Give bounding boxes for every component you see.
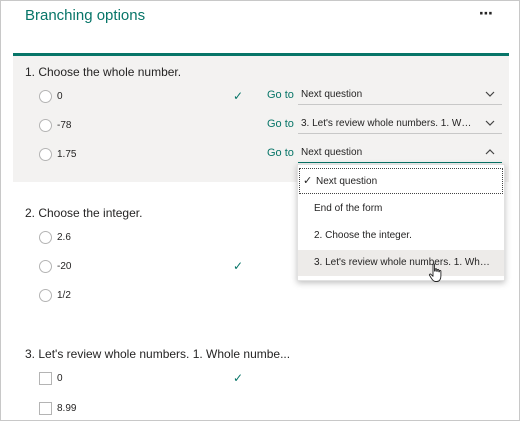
dropdown-item-end-of-form[interactable]: End of the form: [298, 196, 504, 222]
chevron-up-icon: [485, 149, 495, 155]
check-icon: ✓: [233, 259, 244, 273]
radio-button[interactable]: [39, 260, 52, 273]
option-label: 0: [57, 91, 63, 102]
dropdown-item-label: 3. Let's review whole numbers. 1. Whole …: [314, 257, 494, 268]
option-label: -20: [57, 261, 72, 272]
more-options-icon[interactable]: ⋯: [479, 5, 494, 22]
dropdown-item-label: Next question: [316, 176, 378, 187]
option-label: 2.6: [57, 232, 71, 243]
dropdown-item-next-question[interactable]: ✓ Next question: [299, 168, 503, 194]
option-label: 1/2: [57, 290, 71, 301]
radio-button[interactable]: [39, 148, 52, 161]
checkbox[interactable]: [39, 402, 52, 415]
option-label: 1.75: [57, 149, 77, 160]
check-icon: ✓: [233, 371, 244, 385]
branch-select-q1-option-1[interactable]: Next question: [298, 88, 502, 105]
dropdown-item-label: 2. Choose the integer.: [314, 230, 412, 241]
panel-title: Branching options: [25, 7, 146, 24]
radio-button[interactable]: [39, 289, 52, 302]
branch-select-value: Next question: [301, 147, 363, 158]
option-label: 8.99: [57, 403, 77, 414]
panel-header: Branching options ⋯: [1, 1, 519, 51]
option-label: 0: [57, 373, 63, 384]
question-3-title: 3. Let's review whole numbers. 1. Whole …: [25, 347, 291, 361]
option-label: -78: [57, 120, 72, 131]
goto-label: Go to: [267, 118, 294, 130]
check-icon: ✓: [233, 89, 244, 103]
hand-pointer-icon: [428, 263, 442, 282]
radio-button[interactable]: [39, 90, 52, 103]
goto-label: Go to: [267, 147, 294, 159]
dropdown-item-question-3[interactable]: 3. Let's review whole numbers. 1. Whole …: [298, 250, 504, 276]
chevron-down-icon: [485, 91, 495, 97]
question-1-title: 1. Choose the whole number.: [25, 65, 182, 79]
radio-button[interactable]: [39, 231, 52, 244]
branch-select-q1-option-3[interactable]: Next question: [298, 146, 502, 163]
dropdown-item-question-2[interactable]: 2. Choose the integer.: [298, 223, 504, 249]
check-icon: ✓: [303, 175, 313, 187]
goto-label: Go to: [267, 89, 294, 101]
chevron-down-icon: [485, 120, 495, 126]
branch-select-q1-option-2[interactable]: 3. Let's review whole numbers. 1. Whole …: [298, 117, 502, 134]
branch-select-value: 3. Let's review whole numbers. 1. Whole …: [301, 118, 473, 129]
question-2-title: 2. Choose the integer.: [25, 206, 143, 220]
checkbox[interactable]: [39, 372, 52, 385]
dropdown-item-label: End of the form: [314, 203, 383, 214]
radio-button[interactable]: [39, 119, 52, 132]
branching-options-panel: Branching options ⋯ 1. Choose the whole …: [0, 0, 520, 421]
branch-select-value: Next question: [301, 89, 363, 100]
branch-dropdown-menu: ✓ Next question End of the form 2. Choos…: [297, 164, 505, 281]
